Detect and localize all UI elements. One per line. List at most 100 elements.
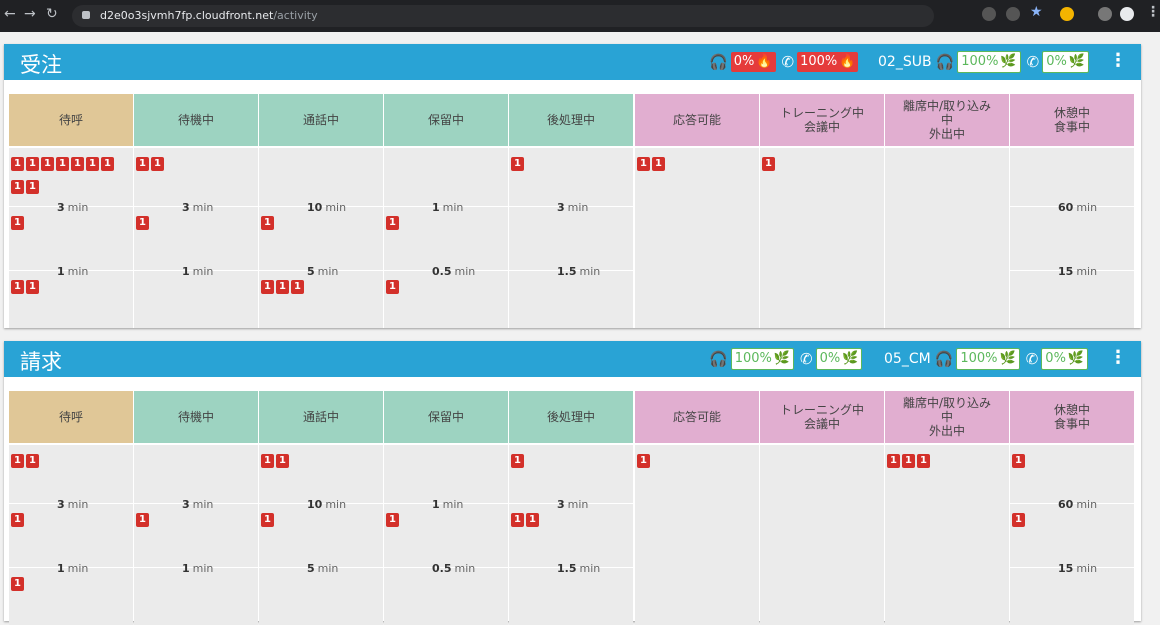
threshold-label: 60 min [1058,201,1098,214]
agent-badge-group: 1 [511,448,621,471]
agent-badge-group: 11 [136,151,246,174]
agent-badge[interactable]: 1 [1012,513,1025,527]
panel-header: 請求 🎧 100% 🌿 ✆ 0% 🌿 05_CM 🎧 100% 🌿 ✆ 0% 🌿 ⋮ [4,341,1141,377]
agent-badge[interactable]: 1 [261,513,274,527]
queue-panel-seikyu: 請求 🎧 100% 🌿 ✆ 0% 🌿 05_CM 🎧 100% 🌿 ✆ 0% 🌿 ⋮ 待… [4,341,1141,625]
agent-badge[interactable]: 1 [11,216,24,230]
fire-icon: 🔥 [756,54,773,69]
stat-group-main: 🎧 100% 🌿 ✆ 0% 🌿 [709,348,863,370]
agent-badge[interactable]: 1 [511,157,524,171]
agent-badge[interactable]: 1 [1012,454,1025,468]
threshold-label: 1.5 min [557,562,601,575]
agent-badge[interactable]: 1 [261,216,274,230]
column-header: 待機中 [134,391,258,443]
grid-cell [134,445,258,503]
threshold-label: 10 min [307,498,347,511]
extension-icon[interactable] [1060,7,1074,21]
leaf-icon: 🌿 [999,351,1016,366]
agent-badge[interactable]: 1 [917,454,930,468]
more-vert-icon[interactable]: ⋮ [1109,50,1127,71]
grid-cell [509,568,633,625]
agent-badge[interactable]: 1 [136,513,149,527]
stat-value-4: 0% 🌿 [1041,348,1089,370]
agent-badge[interactable]: 1 [26,454,39,468]
status-cell [885,148,1009,328]
leaf-icon: 🌿 [842,351,859,366]
column-header: 離席中/取り込み 中 外出中 [885,391,1009,443]
threshold-label: 3 min [557,498,589,511]
reload-icon[interactable]: ↻ [46,6,58,22]
address-bar[interactable]: d2e0o3sjvmh7fp.cloudfront.net/activity [72,5,934,27]
agent-badge[interactable]: 1 [386,216,399,230]
agent-badge[interactable]: 1 [261,454,274,468]
agent-badge[interactable]: 1 [136,157,149,171]
agent-badge[interactable]: 1 [11,513,24,527]
url-text: d2e0o3sjvmh7fp.cloudfront.net/activity [100,9,318,22]
grid-cell [384,568,508,625]
forward-icon[interactable]: → [24,6,36,22]
agent-badge[interactable]: 1 [902,454,915,468]
agent-badge[interactable]: 1 [11,454,24,468]
grid-cell [134,271,258,328]
headset-icon: 🎧 [709,53,728,71]
zoom-icon[interactable] [982,7,996,21]
profile-icon[interactable] [1120,7,1134,21]
agent-badge[interactable]: 1 [41,157,54,171]
agent-badge[interactable]: 1 [11,577,24,591]
agent-badge[interactable]: 1 [56,157,69,171]
grid-cell [1010,207,1134,270]
agent-badge[interactable]: 1 [71,157,84,171]
column-header: 保留中 [384,391,508,443]
agent-badge[interactable]: 1 [291,280,304,294]
column-header: 後処理中 [509,391,633,443]
more-vert-icon[interactable]: ⋮ [1109,347,1127,368]
column-header: 通話中 [259,391,383,443]
threshold-label: 15 min [1058,265,1098,278]
agent-badge[interactable]: 1 [762,157,775,171]
threshold-label: 3 min [57,498,89,511]
agent-badge[interactable]: 1 [11,280,24,294]
threshold-label: 1 min [182,562,214,575]
agent-badge[interactable]: 1 [637,157,650,171]
agent-badge[interactable]: 1 [386,280,399,294]
agent-badge[interactable]: 1 [101,157,114,171]
agent-badge[interactable]: 1 [652,157,665,171]
agent-badge[interactable]: 1 [637,454,650,468]
agent-badge[interactable]: 1 [136,216,149,230]
back-icon[interactable]: ← [4,6,16,22]
column-header: 離席中/取り込み 中 外出中 [885,94,1009,146]
agent-badge[interactable]: 1 [261,280,274,294]
agent-badge[interactable]: 1 [276,280,289,294]
browser-menu-icon[interactable]: ⋮ [1146,4,1160,20]
star-icon[interactable]: ★ [1030,4,1043,20]
stat-value-1: 0% 🔥 [730,52,776,72]
agent-badge[interactable]: 1 [151,157,164,171]
agent-badge[interactable]: 1 [887,454,900,468]
status-cell [885,445,1009,625]
agent-badge[interactable]: 1 [276,454,289,468]
agent-badge[interactable]: 1 [26,280,39,294]
translate-icon[interactable] [1006,7,1020,21]
threshold-label: 3 min [557,201,589,214]
agent-badge[interactable]: 1 [511,454,524,468]
threshold-label: 1.5 min [557,265,601,278]
threshold-label: 3 min [182,498,214,511]
grid-cell [1010,148,1134,206]
grid-cell [1010,568,1134,625]
headset-icon: 🎧 [935,53,955,71]
reading-list-icon[interactable] [1098,7,1112,21]
agent-badge[interactable]: 1 [526,513,539,527]
agent-badge[interactable]: 1 [26,157,39,171]
agent-badge[interactable]: 1 [11,180,24,194]
agent-badge-group: 11 [11,448,121,471]
agent-badge[interactable]: 1 [26,180,39,194]
agent-badge[interactable]: 1 [511,513,524,527]
agent-badge[interactable]: 1 [11,157,24,171]
column-header: トレーニング中 会議中 [760,391,884,443]
threshold-label: 3 min [57,201,89,214]
agent-badge[interactable]: 1 [386,513,399,527]
agent-badge[interactable]: 1 [86,157,99,171]
leaf-icon: 🌿 [773,351,791,366]
threshold-label: 1 min [57,265,89,278]
stat-group-queue: 05_CM 🎧 100% 🌿 ✆ 0% 🌿 [884,348,1089,370]
